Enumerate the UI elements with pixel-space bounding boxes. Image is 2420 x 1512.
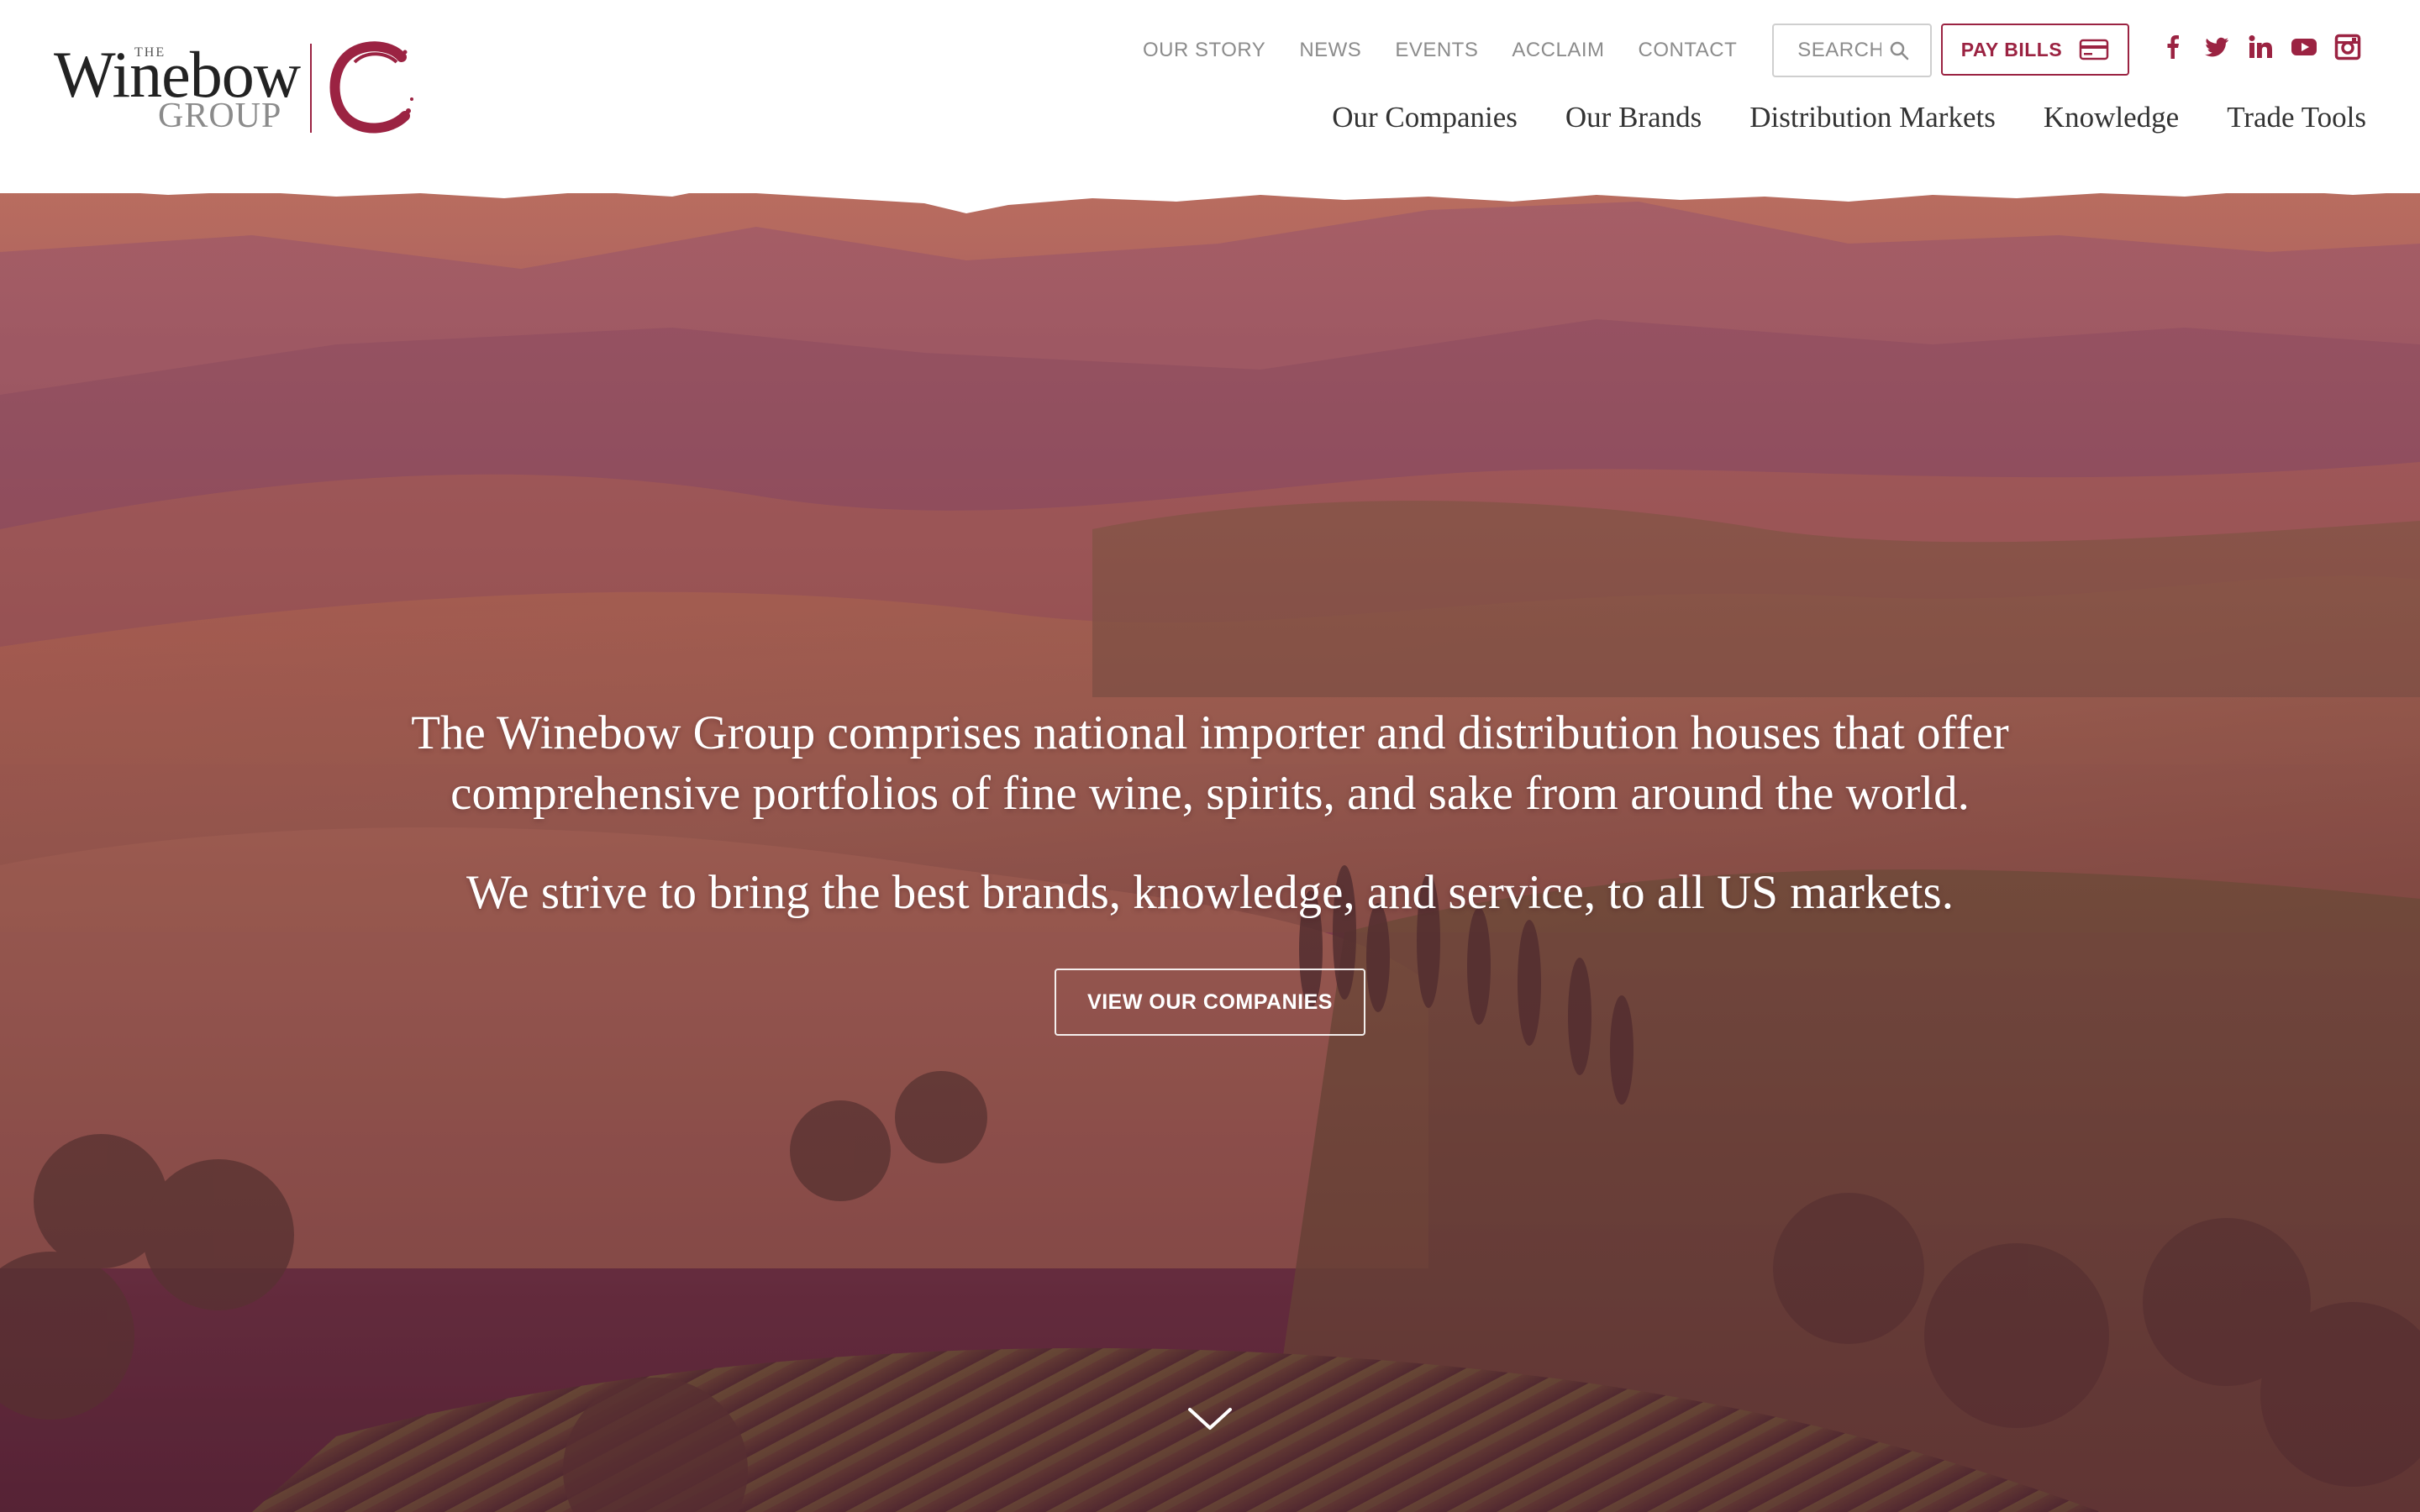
- hero-landscape-image: [0, 176, 2420, 1512]
- main-nav: Our Companies Our Brands Distribution Ma…: [1332, 101, 2366, 134]
- hero-intro-line-1: The Winebow Group comprises national imp…: [411, 706, 2009, 759]
- search-icon[interactable]: [1888, 39, 1910, 61]
- nav-our-brands[interactable]: Our Brands: [1565, 101, 1702, 134]
- youtube-icon[interactable]: [2289, 32, 2319, 62]
- hero-mission-line: We strive to bring the best brands, know…: [466, 866, 1954, 919]
- nav-knowledge[interactable]: Knowledge: [2044, 101, 2179, 134]
- logo-wine-ring-icon: [329, 41, 413, 134]
- social-links: [2158, 32, 2376, 62]
- logo-group-text: GROUP: [158, 97, 282, 135]
- nav-distribution-markets[interactable]: Distribution Markets: [1749, 101, 1996, 134]
- search-input[interactable]: [1797, 39, 1882, 62]
- view-our-companies-label: VIEW OUR COMPANIES: [1087, 990, 1333, 1014]
- nav-contact[interactable]: CONTACT: [1639, 39, 1738, 62]
- hero-intro-line-2: comprehensive portfolios of fine wine, s…: [450, 767, 1970, 820]
- view-our-companies-button[interactable]: VIEW OUR COMPANIES: [1055, 969, 1365, 1036]
- twitter-icon[interactable]: [2202, 32, 2232, 62]
- chevron-down-icon[interactable]: [1185, 1403, 1235, 1436]
- hero-section: The Winebow Group comprises national imp…: [0, 176, 2420, 1512]
- site-header: THE Winebow GROUP OUR STORY NEWS EVENTS …: [0, 0, 2420, 193]
- linkedin-icon[interactable]: [2245, 32, 2275, 62]
- instagram-icon[interactable]: [2333, 32, 2363, 62]
- facebook-icon[interactable]: [2158, 32, 2188, 62]
- nav-our-companies[interactable]: Our Companies: [1332, 101, 1518, 134]
- nav-acclaim[interactable]: ACCLAIM: [1512, 39, 1604, 62]
- credit-card-icon: [2079, 39, 2109, 60]
- nav-news[interactable]: NEWS: [1299, 39, 1361, 62]
- nav-trade-tools[interactable]: Trade Tools: [2227, 101, 2366, 134]
- nav-our-story[interactable]: OUR STORY: [1143, 39, 1265, 62]
- logo-divider: [310, 44, 312, 133]
- search-box: [1772, 24, 1933, 77]
- utility-nav: OUR STORY NEWS EVENTS ACCLAIM CONTACT: [1143, 24, 1933, 77]
- winebow-group-logo[interactable]: THE Winebow GROUP: [54, 37, 424, 138]
- pay-bills-button[interactable]: PAY BILLS: [1941, 24, 2129, 76]
- nav-events[interactable]: EVENTS: [1395, 39, 1478, 62]
- pay-bills-label: PAY BILLS: [1960, 38, 2063, 60]
